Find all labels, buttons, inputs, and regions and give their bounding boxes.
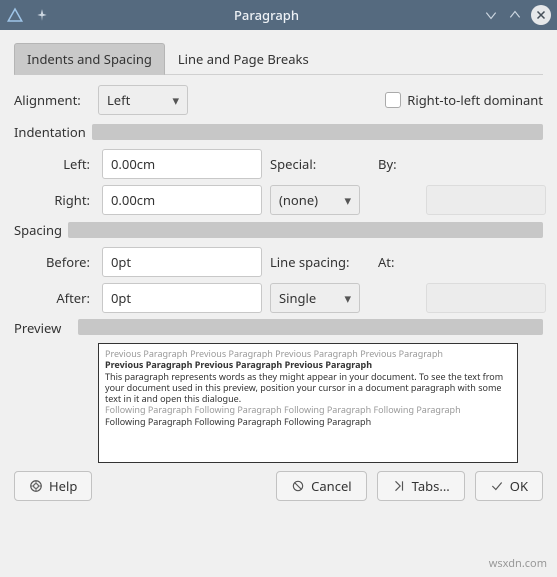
tabs-icon <box>392 479 406 493</box>
dialog-body: Indents and Spacing Line and Page Breaks… <box>0 30 557 511</box>
at-input <box>426 283 546 313</box>
rtl-label: Right-to-left dominant <box>407 91 543 109</box>
button-label: OK <box>510 477 528 495</box>
by-input <box>426 185 546 215</box>
by-label: By: <box>378 155 418 173</box>
chevron-down-icon: ▾ <box>172 91 179 109</box>
alignment-select[interactable]: Left ▾ <box>98 85 188 115</box>
special-value: (none) <box>279 191 318 209</box>
after-label: After: <box>14 289 94 307</box>
after-input[interactable]: 0pt <box>102 283 262 313</box>
indent-left-label: Left: <box>14 155 94 173</box>
pin-icon[interactable] <box>34 7 50 23</box>
button-bar: Help Cancel Tabs... OK <box>14 471 543 501</box>
line-spacing-value: Single <box>279 289 316 307</box>
maximize-icon[interactable] <box>507 7 523 23</box>
tabs-button[interactable]: Tabs... <box>377 471 465 501</box>
section-title: Indentation <box>14 123 92 141</box>
window-title: Paragraph <box>50 6 483 24</box>
indent-right-input[interactable]: 0.00cm <box>102 185 262 215</box>
section-divider <box>92 124 543 140</box>
indent-right-label: Right: <box>14 191 94 209</box>
help-button[interactable]: Help <box>14 471 92 501</box>
button-label: Help <box>49 477 77 495</box>
before-label: Before: <box>14 253 94 271</box>
preview-follow-dim: Following Paragraph Following Paragraph … <box>105 404 511 415</box>
preview-box: Previous Paragraph Previous Paragraph Pr… <box>98 343 518 463</box>
button-label: Cancel <box>311 477 351 495</box>
preview-section: Preview <box>14 319 543 337</box>
titlebar: Paragraph <box>0 0 557 30</box>
spacing-section: Spacing <box>14 221 543 239</box>
indent-right-row: Right: 0.00cm (none) ▾ <box>14 185 543 215</box>
tab-label: Indents and Spacing <box>27 50 152 68</box>
chevron-down-icon: ▾ <box>344 191 351 209</box>
check-icon <box>490 479 504 493</box>
spacing-after-row: After: 0pt Single ▾ <box>14 283 543 313</box>
rtl-checkbox[interactable] <box>385 92 401 108</box>
close-button[interactable] <box>531 5 551 25</box>
special-select[interactable]: (none) ▾ <box>270 185 360 215</box>
app-icon <box>6 6 24 24</box>
at-label: At: <box>378 253 418 271</box>
section-divider <box>78 319 543 335</box>
alignment-label: Alignment: <box>14 91 94 109</box>
before-input[interactable]: 0pt <box>102 247 262 277</box>
spacing-before-row: Before: 0pt Line spacing: At: <box>14 247 543 277</box>
tab-label: Line and Page Breaks <box>178 50 309 68</box>
section-title: Spacing <box>14 221 68 239</box>
preview-label: Preview <box>14 319 74 337</box>
tab-bar: Indents and Spacing Line and Page Breaks <box>14 42 543 75</box>
help-icon <box>29 479 43 493</box>
line-spacing-select[interactable]: Single ▾ <box>270 283 360 313</box>
tab-line-page-breaks[interactable]: Line and Page Breaks <box>165 43 322 75</box>
section-divider <box>68 222 543 238</box>
alignment-value: Left <box>107 91 130 109</box>
tab-indents-spacing[interactable]: Indents and Spacing <box>14 43 165 75</box>
preview-follow-bold: Following Paragraph Following Paragraph … <box>105 416 511 427</box>
button-label: Tabs... <box>412 477 450 495</box>
alignment-row: Alignment: Left ▾ Right-to-left dominant <box>14 85 543 115</box>
preview-body: This paragraph represents words as they … <box>105 371 511 405</box>
chevron-down-icon: ▾ <box>344 289 351 307</box>
indent-left-row: Left: 0.00cm Special: By: <box>14 149 543 179</box>
preview-prev-bold: Previous Paragraph Previous Paragraph Pr… <box>105 359 511 370</box>
cancel-button[interactable]: Cancel <box>276 471 366 501</box>
special-label: Special: <box>270 155 370 173</box>
indent-left-input[interactable]: 0.00cm <box>102 149 262 179</box>
watermark: wsxdn.com <box>489 556 547 571</box>
line-spacing-label: Line spacing: <box>270 253 370 271</box>
minimize-icon[interactable] <box>483 7 499 23</box>
ok-button[interactable]: OK <box>475 471 543 501</box>
cancel-icon <box>291 479 305 493</box>
indentation-section: Indentation <box>14 123 543 141</box>
